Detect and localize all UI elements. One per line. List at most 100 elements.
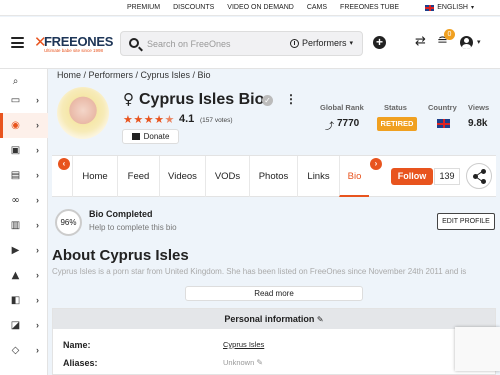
pencil-icon[interactable]: ✎ — [317, 315, 324, 324]
top-links-bar: PREMIUM DISCOUNTS VIDEO ON DEMAND CAMS F… — [0, 0, 500, 16]
tab-scroll-left-icon[interactable]: ‹ — [58, 158, 70, 170]
chevron-down-icon[interactable]: ▾ — [477, 38, 481, 46]
views-value: 9.8k — [468, 118, 488, 129]
vote-icon: ▥ — [10, 220, 21, 231]
photos-icon: ▣ — [10, 145, 21, 156]
menu-icon[interactable] — [11, 37, 24, 48]
top-link-premium[interactable]: PREMIUM — [127, 4, 160, 11]
global-rank-value: 7770 — [337, 118, 360, 129]
logo-text: FREEONES — [44, 34, 114, 49]
sidebar-item-games[interactable]: ◧ › — [0, 288, 48, 313]
chevron-right-icon: › — [36, 245, 39, 255]
share-icon[interactable] — [466, 163, 492, 189]
tab-scroll-right-icon[interactable]: › — [370, 158, 382, 170]
user-avatar-icon[interactable] — [460, 36, 473, 49]
chevron-right-icon: › — [36, 195, 39, 205]
status-badge: RETIRED — [377, 117, 417, 131]
pencil-icon[interactable]: ✎ — [256, 358, 263, 367]
tab-home[interactable]: Home — [72, 156, 117, 197]
top-links: PREMIUM DISCOUNTS VIDEO ON DEMAND CAMS F… — [127, 4, 399, 11]
shuffle-icon[interactable]: ⇄ — [415, 34, 426, 49]
views-label: Views — [468, 103, 490, 112]
page-title: Cyprus Isles Bio — [139, 91, 265, 108]
top-link-vod[interactable]: VIDEO ON DEMAND — [227, 4, 294, 11]
uk-flag-icon — [437, 119, 450, 128]
personal-info-title: Personal information — [224, 314, 315, 324]
top-link-tube[interactable]: FREEONES TUBE — [340, 4, 399, 11]
main-header: ✕ FREEONES Ultimate babe site since 1998… — [0, 17, 500, 69]
search-icon[interactable] — [129, 38, 139, 48]
gift-icon — [131, 133, 140, 140]
tab-feed[interactable]: Feed — [117, 156, 159, 197]
sidebar-item-photos[interactable]: ▣ › — [0, 138, 48, 163]
personal-info-header: Personal information ✎ — [53, 309, 495, 329]
tab-bio[interactable]: Bio — [339, 156, 369, 197]
tab-vods[interactable]: VODs — [205, 156, 249, 197]
status-label: Status — [384, 103, 407, 112]
profile-tabs: ‹ Home Feed Videos VODs Photos Links Bio… — [52, 155, 496, 197]
bio-completed-title: Bio Completed — [89, 209, 153, 219]
name-label: Name: — [63, 340, 91, 350]
tab-videos[interactable]: Videos — [159, 156, 205, 197]
rating-value: 4.1 — [179, 113, 195, 125]
aliases-label: Aliases: — [63, 358, 98, 368]
female-gender-icon: ♀ — [123, 90, 134, 108]
bio-completed-subtitle: Help to complete this bio — [89, 223, 177, 232]
breadcrumb[interactable]: Home / Performers / Cyprus Isles / Bio — [57, 70, 211, 80]
global-rank-label: Global Rank — [320, 103, 364, 112]
chat-icon: ◪ — [10, 320, 21, 331]
rating-stars[interactable]: ★★★★★ — [123, 113, 175, 126]
name-value[interactable]: Cyprus Isles — [223, 340, 264, 349]
sidebar-item-news[interactable]: ▤ › — [0, 163, 48, 188]
sidebar-item-performers[interactable]: ◉ › — [0, 113, 48, 138]
chevron-right-icon: › — [36, 120, 39, 130]
donate-button[interactable]: Donate — [122, 129, 179, 144]
edit-profile-button[interactable]: EDIT PROFILE — [437, 213, 495, 230]
sidebar-item-chat[interactable]: ◪ › — [0, 313, 48, 338]
about-text: Cyprus Isles is a porn star from United … — [52, 267, 467, 276]
search-input[interactable] — [147, 36, 277, 52]
search-scope-dropdown[interactable]: Performers ▾ — [290, 38, 353, 48]
bio-completion-percent: 96% — [55, 209, 82, 236]
chevron-right-icon: › — [36, 95, 39, 105]
follower-count: 139 — [434, 168, 460, 185]
language-selector[interactable]: ENGLISH ▾ — [425, 4, 474, 11]
chevron-right-icon: › — [36, 145, 39, 155]
site-logo[interactable]: ✕ FREEONES Ultimate babe site since 1998 — [34, 33, 116, 55]
personal-info-panel: Personal information ✎ Name: Cyprus Isle… — [52, 308, 496, 375]
top-link-cams[interactable]: CAMS — [307, 4, 327, 11]
sidebar: ⌕ ▭ › ◉ › ▣ › ▤ › ∞ › ▥ › ▶ › ▲ › ◧ › ◪ … — [0, 69, 48, 375]
search-bar: Performers ▾ — [120, 31, 363, 56]
top-link-discounts[interactable]: DISCOUNTS — [173, 4, 214, 11]
chevron-right-icon: › — [36, 220, 39, 230]
search-icon: ⌕ — [12, 76, 19, 87]
tab-photos[interactable]: Photos — [249, 156, 297, 197]
video-icon: ▶ — [11, 245, 20, 256]
follow-button[interactable]: Follow — [391, 168, 433, 185]
sidebar-item-shop[interactable]: ▲ › — [0, 263, 48, 288]
chevron-right-icon: › — [36, 170, 39, 180]
search-scope-label: Performers — [302, 38, 347, 48]
tab-links[interactable]: Links — [297, 156, 339, 197]
add-icon[interactable]: + — [373, 36, 386, 49]
country-label: Country — [428, 103, 457, 112]
new-icon: ▭ — [10, 95, 21, 106]
sidebar-item-videos[interactable]: ▶ › — [0, 238, 48, 263]
sidebar-item-votes[interactable]: ▥ › — [0, 213, 48, 238]
shop-icon: ▲ — [11, 270, 20, 281]
recaptcha-badge[interactable] — [455, 327, 500, 371]
sidebar-item-new[interactable]: ▭ › — [0, 88, 48, 113]
performer-avatar[interactable] — [57, 87, 109, 139]
more-options-icon[interactable]: ⋮ — [285, 92, 297, 106]
sidebar-item-premium[interactable]: ◇ › — [0, 338, 48, 363]
chevron-right-icon: › — [36, 270, 39, 280]
chevron-right-icon: › — [36, 345, 39, 355]
diamond-icon: ◇ — [11, 345, 20, 356]
chevron-down-icon: ▾ — [470, 5, 474, 11]
verified-check-icon: ✓ — [262, 95, 273, 106]
sidebar-item-links[interactable]: ∞ › — [0, 188, 48, 213]
chevron-right-icon: › — [36, 320, 39, 330]
link-icon: ∞ — [11, 195, 20, 206]
about-heading: About Cyprus Isles — [52, 247, 189, 264]
read-more-button[interactable]: Read more — [185, 286, 363, 301]
